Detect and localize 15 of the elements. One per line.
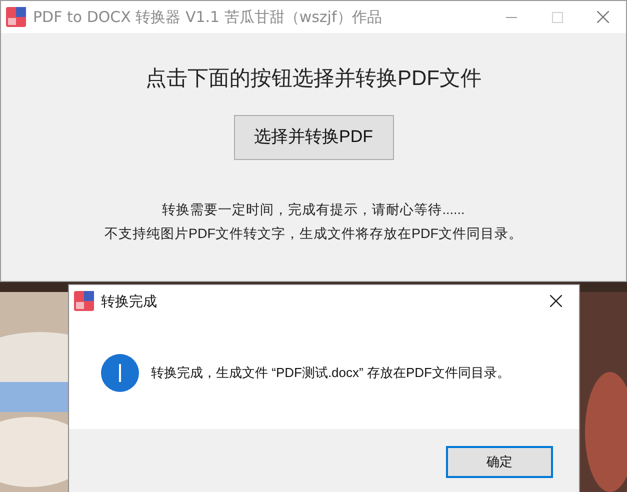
close-icon <box>550 295 562 307</box>
minimize-icon <box>506 16 516 18</box>
app-icon <box>6 7 26 27</box>
close-icon <box>597 11 609 23</box>
note-text: 转换需要一定时间，完成有提示，请耐心等待...... <box>162 200 465 218</box>
convert-button[interactable]: 选择并转换PDF <box>234 114 394 160</box>
app-icon <box>74 291 94 311</box>
info-icon <box>101 354 139 392</box>
dialog-message: 转换完成，生成文件 “PDF测试.docx” 存放在PDF文件同目录。 <box>151 364 510 382</box>
ok-button[interactable]: 确定 <box>446 446 553 478</box>
heading: 点击下面的按钮选择并转换PDF文件 <box>146 66 482 92</box>
note-text: 不支持纯图片PDF文件转文字，生成文件将存放在PDF文件同目录。 <box>104 224 522 242</box>
maximize-icon <box>552 12 562 22</box>
dialog-title: 转换完成 <box>101 292 157 310</box>
window-title: PDF to DOCX 转换器 V1.1 苦瓜甘甜（wszjf）作品 <box>33 6 382 28</box>
